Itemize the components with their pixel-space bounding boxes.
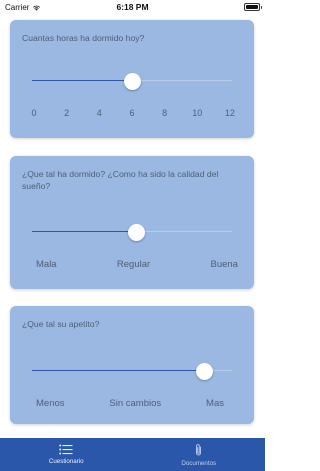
status-bar: Carrier 6:18 PM — [0, 0, 265, 14]
option-label-high: Buena — [210, 259, 238, 270]
slider-option-labels: Mala Regular Buena — [36, 259, 238, 270]
tab-label: Documentos — [181, 459, 217, 467]
tab-cuestionario[interactable]: Cuestionario — [0, 438, 133, 471]
slider-option-labels: Menos Sin cambios Mas — [36, 398, 224, 409]
list-icon — [59, 444, 73, 455]
question-card-sleep-quality: ¿Que tal ha dormido? ¿Como ha sido la ca… — [10, 156, 254, 289]
option-label-high: Mas — [206, 398, 224, 409]
slider-track-fill — [32, 79, 132, 82]
tick-label: 12 — [224, 108, 235, 118]
sleep-hours-slider[interactable] — [32, 73, 232, 90]
slider-thumb[interactable] — [195, 363, 213, 380]
question-card-sleep-hours: Cuantas horas ha dormido hoy? 0 2 4 6 8 … — [10, 20, 254, 138]
tick-label: 4 — [96, 108, 102, 118]
slider-thumb[interactable] — [123, 73, 141, 90]
question-card-appetite: ¿Que tal su apetito? Menos Sin cambios M… — [10, 306, 254, 424]
question-text: Cuantas horas ha dormido hoy? — [22, 33, 145, 43]
sleep-quality-slider[interactable] — [32, 224, 232, 241]
battery-icon — [244, 3, 262, 11]
tick-label: 2 — [64, 108, 70, 118]
tab-bar: Cuestionario Documentos — [0, 438, 265, 471]
slider-track-fill — [32, 230, 136, 233]
paperclip-icon — [196, 443, 202, 455]
slider-tick-labels: 0 2 4 6 8 10 12 — [22, 108, 242, 118]
option-label-low: Menos — [36, 398, 65, 409]
option-label-mid: Regular — [116, 259, 151, 270]
tick-label: 10 — [192, 108, 203, 118]
question-text: ¿Que tal su apetito? — [22, 319, 100, 329]
tab-documentos[interactable]: Documentos — [133, 438, 266, 471]
appetite-slider[interactable] — [32, 363, 232, 380]
option-label-low: Mala — [36, 259, 57, 270]
tick-label: 8 — [162, 108, 168, 118]
tab-label: Cuestionario — [48, 458, 84, 465]
option-label-mid: Sin cambios — [109, 398, 162, 409]
tick-label: 0 — [31, 108, 37, 118]
status-time: 6:18 PM — [116, 2, 149, 12]
slider-track-fill — [32, 369, 204, 372]
tick-label: 6 — [129, 108, 135, 118]
question-text: ¿Que tal ha dormido? ¿Como ha sido la ca… — [22, 169, 219, 191]
slider-thumb[interactable] — [127, 224, 145, 241]
